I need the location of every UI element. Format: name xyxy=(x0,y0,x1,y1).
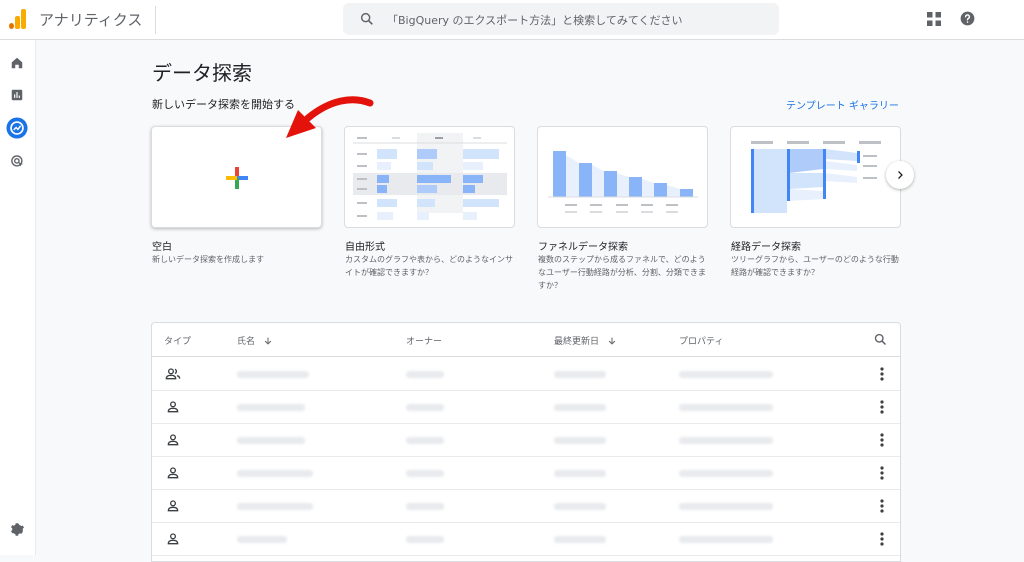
next-templates-button[interactable] xyxy=(886,161,914,189)
blurred-owner xyxy=(406,371,444,378)
blurred-owner xyxy=(406,470,444,477)
analytics-logo[interactable] xyxy=(9,9,27,29)
card-desc-freeform: カスタムのグラフや表から、どのようなインサイトが確認できますか？ xyxy=(345,255,513,277)
page-title: データ探索 xyxy=(152,61,252,85)
blurred-date xyxy=(554,437,606,444)
divider xyxy=(155,6,156,34)
funnel-chart-thumbnail xyxy=(548,151,698,213)
nav-admin[interactable] xyxy=(6,518,28,540)
sort-arrow-down-icon xyxy=(264,337,272,345)
blurred-date xyxy=(554,503,606,510)
table-row[interactable] xyxy=(152,523,900,556)
more-vert-icon[interactable] xyxy=(878,532,886,546)
blurred-name xyxy=(237,404,305,411)
blurred-name xyxy=(237,470,313,477)
card-title-funnel: ファネルデータ探索 xyxy=(538,242,628,253)
blurred-property xyxy=(679,536,773,543)
table-row[interactable] xyxy=(152,457,900,490)
chevron-right-icon xyxy=(898,171,903,179)
funnel-template-card[interactable] xyxy=(537,126,708,228)
more-vert-icon[interactable] xyxy=(878,367,886,381)
plus-icon xyxy=(226,167,248,189)
table-row[interactable] xyxy=(152,424,900,457)
search-icon[interactable] xyxy=(873,332,888,347)
person-icon xyxy=(167,533,179,545)
blurred-property xyxy=(679,470,773,477)
annotation-arrow xyxy=(286,96,374,138)
nav-explore[interactable] xyxy=(6,117,28,139)
column-property[interactable]: プロパティ xyxy=(679,334,723,347)
card-title-path: 経路データ探索 xyxy=(731,242,801,253)
nav-reports[interactable] xyxy=(6,84,28,106)
more-vert-icon[interactable] xyxy=(878,433,886,447)
card-desc-path: ツリーグラフから、ユーザーのどのような行動経路が確認できますか？ xyxy=(731,255,899,277)
person-icon xyxy=(167,401,179,413)
column-name[interactable]: 氏名 xyxy=(237,334,273,347)
ads-target-icon xyxy=(10,154,23,167)
left-nav-rail xyxy=(0,40,36,555)
search-placeholder: 「BigQuery のエクスポート方法」と検索してみてください xyxy=(387,14,683,27)
blurred-date xyxy=(554,470,606,477)
blurred-property xyxy=(679,437,773,444)
more-vert-icon[interactable] xyxy=(878,466,886,480)
apps-grid-icon[interactable] xyxy=(927,12,941,26)
person-icon xyxy=(167,500,179,512)
group-icon xyxy=(165,368,181,380)
card-title-freeform: 自由形式 xyxy=(345,242,385,253)
gear-icon xyxy=(10,522,24,536)
explore-icon xyxy=(6,117,28,139)
template-gallery-link[interactable]: テンプレート ギャラリー xyxy=(786,97,899,112)
search-icon xyxy=(360,12,373,25)
path-tree-thumbnail xyxy=(751,141,881,213)
table-row[interactable] xyxy=(152,358,900,391)
bar-chart-icon xyxy=(11,89,23,101)
home-icon xyxy=(11,57,23,69)
table-row[interactable] xyxy=(152,391,900,424)
person-icon xyxy=(167,434,179,446)
blurred-owner xyxy=(406,503,444,510)
blurred-property xyxy=(679,503,773,510)
search-box[interactable]: 「BigQuery のエクスポート方法」と検索してみてください xyxy=(343,3,779,35)
blurred-name xyxy=(237,437,305,444)
card-desc-funnel: 複数のステップから成るファネルで、どのようなユーザー行動経路が分析、分割、分類で… xyxy=(538,255,706,290)
sort-arrow-down-icon xyxy=(608,337,616,345)
blurred-name xyxy=(237,536,287,543)
nav-advertising[interactable] xyxy=(6,150,28,172)
card-title-blank: 空白 xyxy=(152,242,172,253)
path-template-card[interactable] xyxy=(730,126,901,228)
blurred-owner xyxy=(406,437,444,444)
app-title: アナリティクス xyxy=(39,11,143,29)
blurred-property xyxy=(679,404,773,411)
table-row[interactable] xyxy=(152,490,900,523)
more-vert-icon[interactable] xyxy=(878,400,886,414)
blurred-name xyxy=(237,503,313,510)
column-type[interactable]: タイプ xyxy=(164,334,191,347)
column-owner[interactable]: オーナー xyxy=(406,334,442,347)
nav-home[interactable] xyxy=(6,52,28,74)
blurred-owner xyxy=(406,536,444,543)
blurred-owner xyxy=(406,404,444,411)
column-last-updated[interactable]: 最終更新日 xyxy=(554,334,617,347)
card-desc-blank: 新しいデータ探索を作成します xyxy=(152,255,264,264)
table-header: タイプ 氏名 オーナー 最終更新日 プロパティ xyxy=(152,323,900,357)
person-icon xyxy=(167,467,179,479)
blurred-date xyxy=(554,404,606,411)
blurred-date xyxy=(554,536,606,543)
explorations-table: タイプ 氏名 オーナー 最終更新日 プロパティ xyxy=(151,322,901,562)
blurred-name xyxy=(237,371,309,378)
blurred-date xyxy=(554,371,606,378)
top-bar: アナリティクス 「BigQuery のエクスポート方法」と検索してみてください xyxy=(0,0,1024,40)
blurred-property xyxy=(679,371,773,378)
help-icon[interactable] xyxy=(960,11,975,26)
more-vert-icon[interactable] xyxy=(878,499,886,513)
